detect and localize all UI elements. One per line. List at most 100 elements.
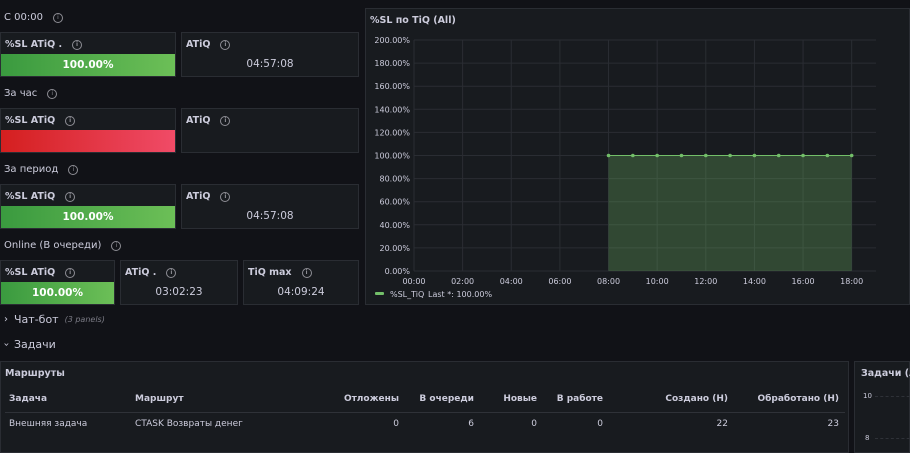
tasks-row-title: Задачи	[14, 338, 56, 351]
data-point	[849, 153, 854, 158]
panel-title: ATiQ i	[186, 191, 231, 202]
y-tick-label: 200.00%	[374, 36, 410, 45]
info-icon[interactable]: i	[220, 191, 231, 202]
panel-title: %SL ATiQ .i	[5, 39, 83, 50]
cell-processed: 23	[827, 419, 839, 430]
sl-bar-value: 100.00%	[1, 282, 114, 304]
sl-bar-value	[1, 130, 175, 152]
chevron-right-icon: ›	[4, 314, 8, 325]
tasks-ytick-10: 10	[863, 392, 872, 400]
sl-atiq-panel-hour[interactable]: %SL ATiQ i	[0, 108, 176, 153]
column-header-in-progress[interactable]: В работе	[538, 386, 604, 412]
panel-title: TiQ max i	[248, 267, 312, 278]
y-tick-label: 140.00%	[374, 105, 410, 114]
data-point	[825, 153, 830, 158]
data-point	[655, 153, 659, 158]
data-point	[728, 153, 732, 158]
routes-panel[interactable]: Маршруты Задача Маршрут Отложены В очере…	[0, 361, 849, 453]
data-point	[801, 153, 805, 158]
routes-title: Маршруты	[5, 368, 65, 379]
sl-atiq-panel-online[interactable]: %SL ATiQ i 100.00%	[0, 260, 115, 305]
sl-tiq-chart-panel[interactable]: %SL по TiQ (All) 0.00% 20.00% 40.00% 60.00%…	[365, 8, 910, 305]
column-header-new[interactable]: Новые	[475, 386, 538, 412]
cell-created: 22	[716, 419, 728, 430]
series-area	[608, 155, 852, 271]
column-header-created[interactable]: Создано (Н)	[604, 386, 729, 412]
row-title-online[interactable]: Online (В очереди) i	[4, 240, 122, 251]
y-tick-label: 20.00%	[379, 244, 410, 253]
column-header-task[interactable]: Задача	[5, 386, 134, 412]
cell-postponed: 0	[393, 419, 399, 430]
chatbot-row-toggle[interactable]: › Чат-бот (3 panels)	[4, 313, 105, 326]
tasks-ytick-8: 8	[865, 434, 870, 442]
y-tick-label: 160.00%	[374, 82, 410, 91]
panel-title: ATiQ .i	[125, 267, 177, 278]
atiq-panel-today[interactable]: ATiQ i 04:57:08	[181, 32, 359, 77]
info-icon[interactable]: i	[65, 267, 76, 278]
chatbot-panels-hint: (3 panels)	[64, 315, 105, 324]
row-title-text: С 00:00	[4, 12, 43, 23]
atiq-value: 04:57:08	[246, 210, 294, 222]
row-title-last-hour[interactable]: За час i	[4, 88, 58, 99]
tiq-max-panel-online[interactable]: TiQ max i 04:09:24	[243, 260, 359, 305]
panel-title: %SL ATiQ i	[5, 115, 76, 126]
atiq-panel-period[interactable]: ATiQ i 04:57:08	[181, 184, 359, 229]
row-title-text: За период	[4, 164, 59, 175]
cell-in-queue: 6	[468, 419, 474, 430]
y-tick-label: 120.00%	[374, 128, 410, 137]
info-icon[interactable]: i	[111, 240, 122, 251]
x-tick-label: 14:00	[743, 277, 766, 286]
row-title-text: Online (В очереди)	[4, 240, 102, 251]
sl-atiq-panel-period[interactable]: %SL ATiQ i 100.00%	[0, 184, 176, 229]
x-tick-label: 16:00	[792, 277, 815, 286]
x-tick-label: 10:00	[646, 277, 669, 286]
info-icon[interactable]: i	[52, 12, 63, 23]
info-icon[interactable]: i	[220, 39, 231, 50]
x-tick-label: 12:00	[694, 277, 717, 286]
column-header-postponed[interactable]: Отложены	[306, 386, 400, 412]
panel-title: %SL ATiQ i	[5, 191, 76, 202]
info-icon[interactable]: i	[72, 39, 83, 50]
info-icon[interactable]: i	[301, 267, 312, 278]
x-tick-label: 08:00	[597, 277, 620, 286]
row-title-period[interactable]: За период i	[4, 164, 79, 175]
column-header-processed[interactable]: Обработано (Н)	[729, 386, 845, 412]
x-tick-label: 02:00	[451, 277, 474, 286]
row-title-text: За час	[4, 88, 38, 99]
sl-bar-value: 100.00%	[1, 54, 175, 76]
row-title-since-midnight[interactable]: С 00:00 i	[4, 12, 63, 23]
info-icon[interactable]: i	[220, 115, 231, 126]
info-icon[interactable]: i	[68, 164, 79, 175]
sl-atiq-panel-today[interactable]: %SL ATiQ .i 100.00%	[0, 32, 176, 77]
atiq-panel-hour[interactable]: ATiQ i	[181, 108, 359, 153]
chevron-down-icon: ›	[0, 342, 12, 347]
cell-in-progress: 0	[597, 419, 603, 430]
y-tick-label: 80.00%	[379, 175, 410, 184]
data-point	[776, 153, 781, 158]
cell-task: Внешняя задача	[9, 419, 88, 430]
data-point	[703, 153, 708, 158]
y-tick-label: 180.00%	[374, 59, 410, 68]
info-icon[interactable]: i	[166, 267, 177, 278]
legend-swatch	[375, 292, 384, 295]
column-header-route[interactable]: Маршрут	[134, 386, 306, 412]
atiq-panel-online[interactable]: ATiQ .i 03:02:23	[120, 260, 238, 305]
cell-route: СTASK Возвраты денег	[135, 419, 243, 430]
data-point	[606, 153, 611, 158]
atiq-value: 04:57:08	[246, 58, 294, 70]
info-icon[interactable]: i	[65, 115, 76, 126]
tasks-row-toggle[interactable]: › Задачи	[0, 338, 56, 351]
info-icon[interactable]: i	[47, 88, 58, 99]
cell-new: 0	[531, 419, 537, 430]
y-tick-label: 60.00%	[379, 198, 410, 207]
data-point	[679, 153, 684, 158]
tasks-chart-title: Задачи (All)	[861, 368, 910, 379]
column-header-in-queue[interactable]: В очереди	[400, 386, 475, 412]
tiq-max-value: 04:09:24	[277, 286, 325, 298]
info-icon[interactable]: i	[65, 191, 76, 202]
table-row[interactable]: Внешняя задача СTASK Возвраты денег 0 6 …	[5, 412, 845, 436]
tasks-chart-panel[interactable]: Задачи (All) 10 8	[854, 361, 910, 453]
x-tick-label: 00:00	[402, 277, 425, 286]
tasks-gridline	[875, 438, 910, 439]
x-tick-label: 18:00	[840, 277, 863, 286]
